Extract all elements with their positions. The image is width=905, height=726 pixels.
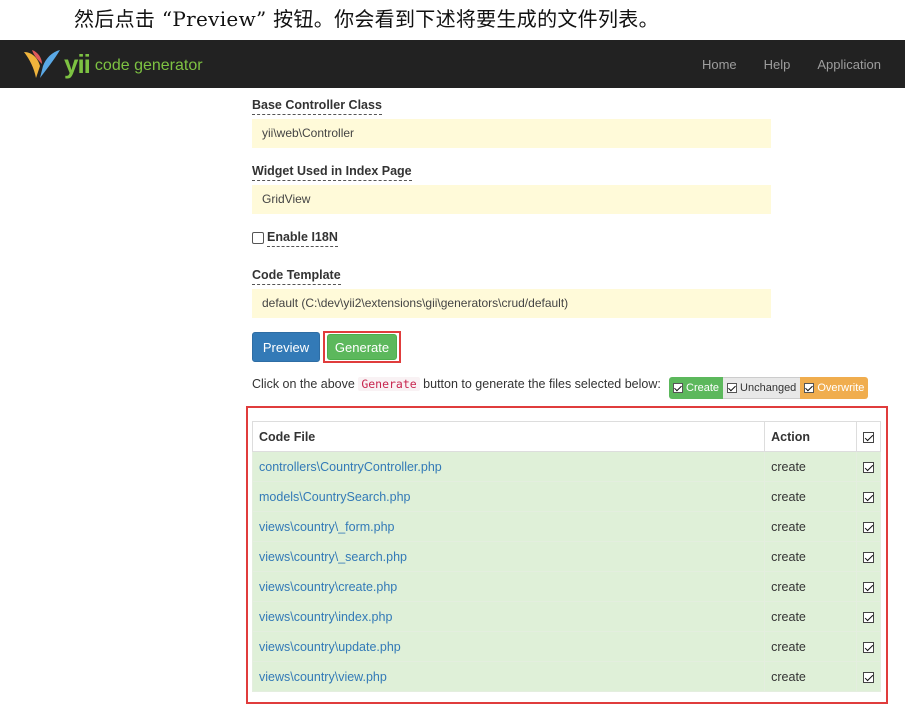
code-file-link[interactable]: controllers\CountryController.php <box>251 451 766 482</box>
table-row: views\country\update.php create <box>251 631 881 662</box>
hint-suffix: button to generate the files selected be… <box>419 377 661 391</box>
code-template-label: Code Template <box>252 267 341 285</box>
tutorial-caption: 然后点击 “Preview” 按钮。你会看到下述将要生成的文件列表。 <box>74 7 659 31</box>
code-file-link[interactable]: views\country\view.php <box>251 661 766 692</box>
action-cell: create <box>764 571 858 602</box>
table-row: controllers\CountryController.php create <box>251 451 881 482</box>
header-select-all[interactable] <box>856 421 881 452</box>
status-legend: Create Unchanged Overwrite <box>669 377 869 399</box>
code-template-field[interactable]: default (C:\dev\yii2\extensions\gii\gene… <box>252 289 771 318</box>
widget-label: Widget Used in Index Page <box>252 163 412 181</box>
widget-field[interactable]: GridView <box>252 185 771 214</box>
action-cell: create <box>764 451 858 482</box>
nav-links: Home Help Application <box>675 40 881 88</box>
row-checkbox[interactable] <box>863 551 874 563</box>
files-table: Code File Action controllers\CountryCont… <box>251 421 881 692</box>
check-icon <box>673 383 683 393</box>
table-row: models\CountrySearch.php create <box>251 481 881 512</box>
action-cell: create <box>764 541 858 572</box>
generate-hint: Click on the above Generate button to ge… <box>252 377 662 392</box>
nav-application[interactable]: Application <box>817 57 881 72</box>
row-checkbox[interactable] <box>863 461 874 473</box>
enable-i18n-checkbox[interactable] <box>252 232 264 244</box>
row-checkbox-cell[interactable] <box>856 541 881 572</box>
brand[interactable]: yii code generator <box>22 48 203 80</box>
row-checkbox-cell[interactable] <box>856 481 881 512</box>
code-file-link[interactable]: views\country\_search.php <box>251 541 766 572</box>
header-action: Action <box>764 421 858 452</box>
action-cell: create <box>764 631 858 662</box>
action-cell: create <box>764 661 858 692</box>
legend-overwrite[interactable]: Overwrite <box>800 377 869 399</box>
yii-logo-icon <box>24 50 60 78</box>
table-row: views\country\view.php create <box>251 661 881 692</box>
table-row: views\country\_search.php create <box>251 541 881 572</box>
table-header-row: Code File Action <box>251 421 881 452</box>
enable-i18n-row[interactable]: Enable I18N <box>252 229 338 247</box>
base-controller-field[interactable]: yii\web\Controller <box>252 119 771 148</box>
table-row: views\country\index.php create <box>251 601 881 632</box>
row-checkbox[interactable] <box>863 491 874 503</box>
select-all-checkbox[interactable] <box>863 431 874 443</box>
action-cell: create <box>764 601 858 632</box>
legend-create[interactable]: Create <box>669 377 724 399</box>
row-checkbox-cell[interactable] <box>856 451 881 482</box>
code-file-link[interactable]: views\country\create.php <box>251 571 766 602</box>
legend-unchanged-label: Unchanged <box>740 382 797 394</box>
check-icon <box>727 383 738 393</box>
legend-unchanged[interactable]: Unchanged <box>723 377 801 399</box>
row-checkbox[interactable] <box>863 611 874 623</box>
row-checkbox-cell[interactable] <box>856 511 881 542</box>
legend-overwrite-label: Overwrite <box>817 382 865 394</box>
header-code-file: Code File <box>251 421 766 452</box>
row-checkbox[interactable] <box>863 581 874 593</box>
base-controller-label: Base Controller Class <box>252 97 382 115</box>
preview-button[interactable]: Preview <box>252 332 320 362</box>
table-row: views\country\_form.php create <box>251 511 881 542</box>
action-cell: create <box>764 481 858 512</box>
code-file-link[interactable]: views\country\index.php <box>251 601 766 632</box>
nav-help[interactable]: Help <box>764 57 791 72</box>
row-checkbox-cell[interactable] <box>856 571 881 602</box>
row-checkbox-cell[interactable] <box>856 661 881 692</box>
row-checkbox[interactable] <box>863 521 874 533</box>
row-checkbox[interactable] <box>863 671 874 683</box>
code-file-link[interactable]: views\country\_form.php <box>251 511 766 542</box>
code-file-link[interactable]: views\country\update.php <box>251 631 766 662</box>
hint-code: Generate <box>358 377 420 391</box>
brand-subtitle: code generator <box>94 57 203 74</box>
nav-home[interactable]: Home <box>702 57 737 72</box>
action-cell: create <box>764 511 858 542</box>
top-navbar: yii code generator Home Help Application <box>0 40 905 88</box>
code-file-link[interactable]: models\CountrySearch.php <box>251 481 766 512</box>
generate-button[interactable]: Generate <box>327 334 397 360</box>
brand-logo-text: yii <box>64 48 91 79</box>
row-checkbox-cell[interactable] <box>856 601 881 632</box>
check-icon <box>804 383 815 393</box>
hint-prefix: Click on the above <box>252 377 359 391</box>
table-row: views\country\create.php create <box>251 571 881 602</box>
enable-i18n-label: Enable I18N <box>267 229 338 247</box>
legend-create-label: Create <box>686 382 720 394</box>
row-checkbox-cell[interactable] <box>856 631 881 662</box>
row-checkbox[interactable] <box>863 641 874 653</box>
